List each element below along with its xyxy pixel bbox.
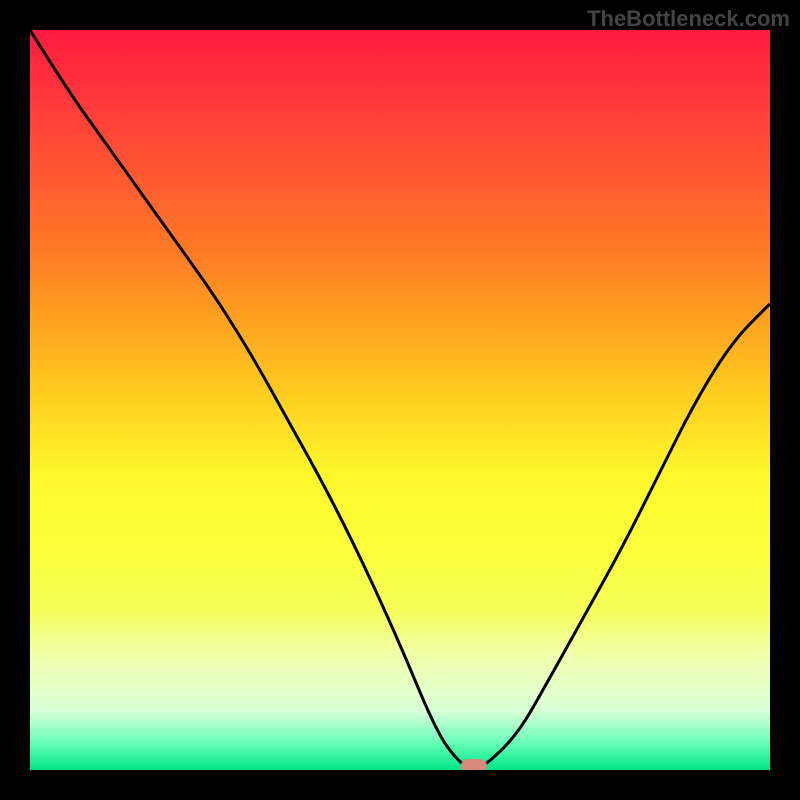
- attribution-label: TheBottleneck.com: [587, 6, 790, 32]
- chart-plot-area: [30, 30, 770, 770]
- optimal-marker: [461, 759, 487, 770]
- curve-path: [30, 30, 770, 768]
- bottleneck-curve: [30, 30, 770, 770]
